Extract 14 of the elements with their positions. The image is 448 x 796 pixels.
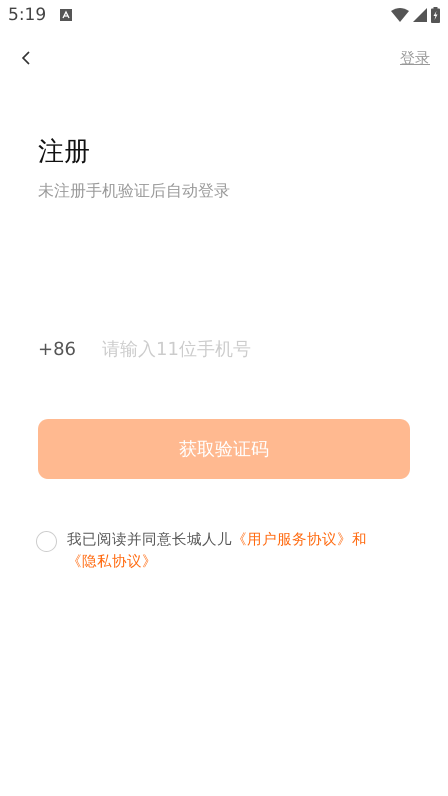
agreement-text: 我已阅读并同意长城人儿《用户服务协议》和 《隐私协议》 [67, 530, 368, 572]
agreement-link[interactable]: 《用户服务协议》 [232, 532, 352, 548]
login-link[interactable]: 登录 [400, 48, 430, 68]
subtitle: 未注册手机验证后自动登录 [38, 180, 231, 202]
wifi-icon [391, 8, 409, 22]
page-title: 注册 [38, 136, 91, 169]
keyboard-icon [60, 9, 72, 21]
conjunction: 和 [352, 532, 367, 548]
battery-icon [431, 7, 440, 23]
status-time: 5:19 [8, 5, 46, 25]
signal-icon [413, 8, 427, 22]
agree-checkbox[interactable] [36, 531, 57, 552]
country-code[interactable]: +86 [38, 338, 76, 360]
agreement-link[interactable]: 《隐私协议》 [67, 554, 157, 570]
